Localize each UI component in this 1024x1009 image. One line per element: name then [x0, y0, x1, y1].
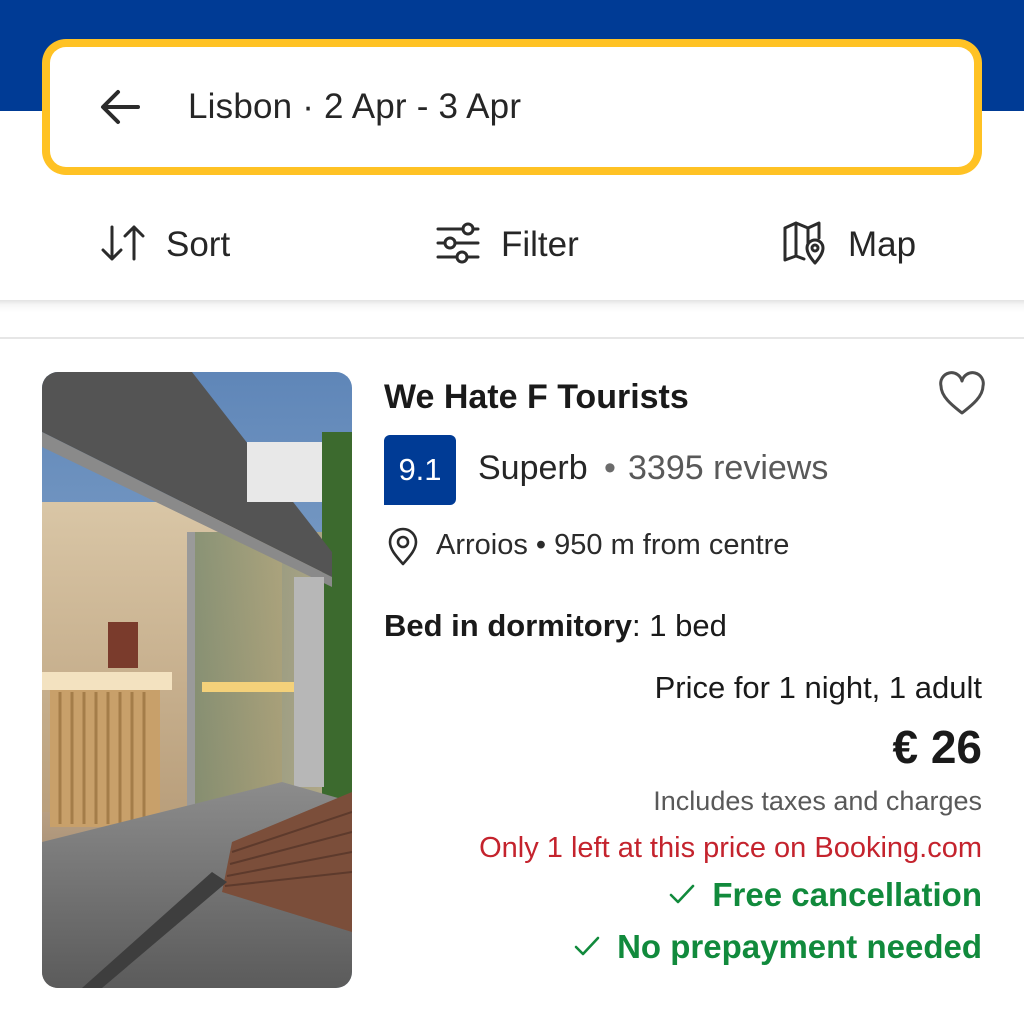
perk-no-prepayment: No prepayment needed — [573, 928, 982, 966]
search-summary-box[interactable]: Lisbon · 2 Apr - 3 Apr — [42, 39, 982, 175]
perk-label: Free cancellation — [712, 876, 982, 913]
back-arrow-icon[interactable] — [92, 79, 148, 135]
section-divider — [0, 337, 1024, 339]
room-info: Bed in dormitory: 1 bed — [384, 608, 727, 644]
location-pin-icon — [386, 527, 420, 567]
location-text: Arroios • 950 m from centre — [436, 529, 790, 561]
filter-icon — [435, 221, 481, 270]
toolbar-shadow — [0, 300, 1024, 312]
sort-button[interactable]: Sort — [100, 220, 230, 270]
check-icon — [573, 928, 601, 966]
scarcity-note: Only 1 left at this price on Booking.com — [479, 832, 982, 864]
review-count: 3395 reviews — [628, 449, 829, 487]
check-icon — [668, 876, 696, 914]
map-label: Map — [848, 225, 917, 264]
property-card[interactable]: We Hate F Tourists 9.1 Superb • 3395 rev… — [0, 340, 1024, 1009]
map-icon — [782, 220, 828, 271]
price-for-label: Price for 1 night, 1 adult — [654, 670, 982, 705]
review-score-word: Superb — [478, 449, 588, 487]
filter-label: Filter — [501, 225, 579, 264]
property-photo[interactable] — [42, 372, 352, 988]
price-value: € 26 — [892, 721, 982, 773]
heart-icon[interactable] — [936, 370, 988, 418]
perk-free-cancellation: Free cancellation — [668, 876, 982, 914]
room-type: Bed in dormitory — [384, 608, 633, 643]
sort-label: Sort — [166, 225, 231, 264]
room-beds: : 1 bed — [632, 608, 727, 643]
separator-dot: • — [604, 449, 616, 487]
search-summary-text[interactable]: Lisbon · 2 Apr - 3 Apr — [188, 87, 521, 127]
filter-button[interactable]: Filter — [435, 220, 579, 270]
map-button[interactable]: Map — [782, 220, 916, 270]
results-toolbar: Sort Filter Map — [0, 200, 1024, 290]
sort-icon — [100, 223, 146, 268]
review-score-badge: 9.1 — [384, 435, 456, 505]
property-name[interactable]: We Hate F Tourists — [384, 378, 689, 417]
perk-label: No prepayment needed — [617, 928, 982, 965]
taxes-note: Includes taxes and charges — [653, 786, 982, 816]
search-summary-inner[interactable]: Lisbon · 2 Apr - 3 Apr — [50, 47, 974, 167]
